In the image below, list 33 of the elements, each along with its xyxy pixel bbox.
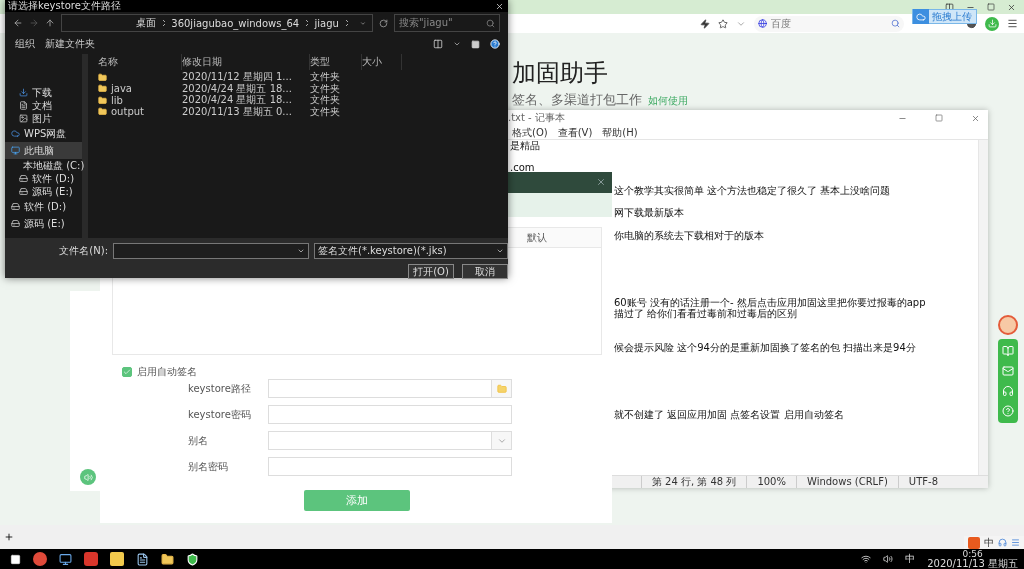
field-label: 别名密码 <box>188 459 229 474</box>
status-item: 第 24 行, 第 48 列 <box>640 476 747 488</box>
date-cell-text: 2020/11/12 星期四 1... <box>182 70 292 83</box>
dialog-title: 请选择keystore文件路径 <box>8 0 121 13</box>
text-line: 就不创建了 返回应用加固 点签名设置 启用自动签名 <box>614 408 844 420</box>
text-line: 这个教学其实很简单 这个方法也稳定了很久了 基本上没啥问题 <box>614 184 891 196</box>
status-item: Windows (CRLF) <box>795 476 898 488</box>
field-label: 别名 <box>188 433 209 448</box>
column-header: 默认 <box>527 230 547 245</box>
filename-label: 文件名(N): <box>58 244 108 258</box>
text-line: 候会提示风险 这个94分的是重新加固换了签名的包 扫描出来是94分 <box>614 341 916 353</box>
text-line: .com <box>510 162 535 174</box>
checkbox-label: 启用自动签名 <box>137 365 197 379</box>
type-cell-text: 文件夹 <box>310 105 340 119</box>
type-cell-text: 文件夹 <box>310 93 340 106</box>
status-item: 100% <box>746 476 796 488</box>
text-line: 60账号 没有的话注册一个- 然后点击应用加固这里把你要过报毒的app <box>614 296 926 308</box>
search-engine-label: 百度 <box>771 16 791 31</box>
status-item: UTF-8 <box>897 476 948 488</box>
type-cell-text: 文件夹 <box>310 82 340 94</box>
date-cell: 2020/11/13 星期五 0... <box>182 104 292 119</box>
field-label: keystore路径 <box>188 381 252 396</box>
date-cell-text: 2020/4/24 星期五 18... <box>182 82 292 94</box>
text-line: 你电脑的系统去下载相对于的版本 <box>614 229 764 241</box>
text-line: 是精品 <box>510 140 540 152</box>
window-title: .txt - 记事本 <box>508 111 565 125</box>
text-line: 描过了 给你们看看过毒前和过毒后的区别 <box>614 308 798 320</box>
date-cell-text: 2020/4/24 星期五 18... <box>182 93 292 106</box>
page-subtitle: 签名、多渠道打包工作 <box>512 91 642 109</box>
type-cell-text: 文件夹 <box>310 70 340 83</box>
text-line: 网下载最新版本 <box>614 207 684 219</box>
field-label: keystore密码 <box>188 407 252 422</box>
page-title: 加固助手 <box>512 58 609 89</box>
